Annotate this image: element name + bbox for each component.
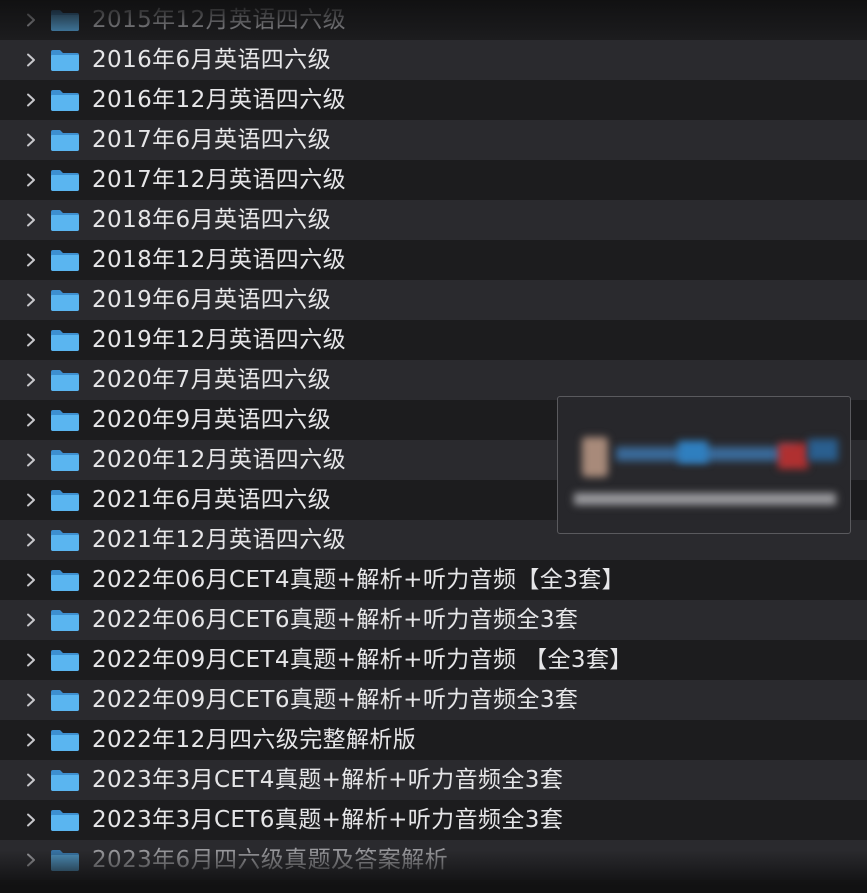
folder-icon <box>50 688 80 712</box>
folder-row[interactable]: 2018年12月英语四六级 <box>0 240 867 280</box>
chevron-right-icon[interactable] <box>26 533 36 547</box>
folder-icon <box>50 808 80 832</box>
folder-icon <box>50 488 80 512</box>
folder-name: 2021年6月英语四六级 <box>92 487 331 513</box>
chevron-right-icon[interactable] <box>26 413 36 427</box>
folder-icon <box>50 728 80 752</box>
blurred-watermark <box>557 396 851 534</box>
folder-row[interactable]: 2023年3月CET6真题+解析+听力音频全3套 <box>0 800 867 840</box>
folder-icon <box>50 648 80 672</box>
chevron-right-icon[interactable] <box>26 653 36 667</box>
folder-name: 2023年3月CET6真题+解析+听力音频全3套 <box>92 807 564 833</box>
folder-row[interactable]: 2023年3月CET4真题+解析+听力音频全3套 <box>0 760 867 800</box>
folder-name: 2020年7月英语四六级 <box>92 367 331 393</box>
chevron-right-icon[interactable] <box>26 613 36 627</box>
folder-row[interactable]: 2022年12月四六级完整解析版 <box>0 720 867 760</box>
folder-row[interactable]: 2019年12月英语四六级 <box>0 320 867 360</box>
folder-icon <box>50 8 80 32</box>
chevron-right-icon[interactable] <box>26 453 36 467</box>
folder-row[interactable]: 2022年06月CET6真题+解析+听力音频全3套 <box>0 600 867 640</box>
chevron-right-icon[interactable] <box>26 773 36 787</box>
folder-row[interactable]: 2018年6月英语四六级 <box>0 200 867 240</box>
folder-row[interactable]: 2022年09月CET4真题+解析+听力音频 【全3套】 <box>0 640 867 680</box>
folder-name: 2022年06月CET4真题+解析+听力音频【全3套】 <box>92 567 626 593</box>
folder-name: 2018年12月英语四六级 <box>92 247 346 273</box>
chevron-right-icon[interactable] <box>26 133 36 147</box>
chevron-right-icon[interactable] <box>26 813 36 827</box>
folder-row[interactable]: 2019年6月英语四六级 <box>0 280 867 320</box>
folder-name: 2020年12月英语四六级 <box>92 447 346 473</box>
chevron-right-icon[interactable] <box>26 13 36 27</box>
folder-icon <box>50 128 80 152</box>
chevron-right-icon[interactable] <box>26 373 36 387</box>
folder-name: 2020年9月英语四六级 <box>92 407 331 433</box>
chevron-right-icon[interactable] <box>26 693 36 707</box>
folder-icon <box>50 288 80 312</box>
file-list: 2015年12月英语四六级 2016年6月英语四六级 2016年12月英语四六级… <box>0 0 867 893</box>
chevron-right-icon[interactable] <box>26 573 36 587</box>
folder-row[interactable]: 2023年6月四六级真题及答案解析 <box>0 840 867 880</box>
folder-name: 2019年6月英语四六级 <box>92 287 331 313</box>
folder-name: 2022年09月CET4真题+解析+听力音频 【全3套】 <box>92 647 633 673</box>
folder-row[interactable]: 2015年12月英语四六级 <box>0 0 867 40</box>
folder-row[interactable]: 2022年06月CET4真题+解析+听力音频【全3套】 <box>0 560 867 600</box>
folder-name: 2018年6月英语四六级 <box>92 207 331 233</box>
chevron-right-icon[interactable] <box>26 253 36 267</box>
chevron-right-icon[interactable] <box>26 53 36 67</box>
folder-icon <box>50 768 80 792</box>
folder-icon <box>50 208 80 232</box>
folder-icon <box>50 608 80 632</box>
folder-icon <box>50 448 80 472</box>
folder-icon <box>50 568 80 592</box>
folder-icon <box>50 248 80 272</box>
chevron-right-icon[interactable] <box>26 853 36 867</box>
folder-icon <box>50 408 80 432</box>
folder-icon <box>50 48 80 72</box>
folder-icon <box>50 528 80 552</box>
folder-name: 2015年12月英语四六级 <box>92 7 346 33</box>
chevron-right-icon[interactable] <box>26 213 36 227</box>
folder-name: 2022年06月CET6真题+解析+听力音频全3套 <box>92 607 579 633</box>
folder-name: 2022年12月四六级完整解析版 <box>92 727 417 753</box>
folder-row[interactable]: 2016年6月英语四六级 <box>0 40 867 80</box>
folder-name: 2021年12月英语四六级 <box>92 527 346 553</box>
chevron-right-icon[interactable] <box>26 733 36 747</box>
folder-icon <box>50 848 80 872</box>
folder-name: 2022年09月CET6真题+解析+听力音频全3套 <box>92 687 579 713</box>
folder-icon <box>50 328 80 352</box>
folder-row[interactable]: 2022年09月CET6真题+解析+听力音频全3套 <box>0 680 867 720</box>
folder-name: 2023年3月CET4真题+解析+听力音频全3套 <box>92 767 564 793</box>
folder-name: 2023年6月四六级真题及答案解析 <box>92 847 448 873</box>
chevron-right-icon[interactable] <box>26 333 36 347</box>
chevron-right-icon[interactable] <box>26 93 36 107</box>
folder-row[interactable]: 2017年6月英语四六级 <box>0 120 867 160</box>
folder-row[interactable]: 2016年12月英语四六级 <box>0 80 867 120</box>
chevron-right-icon[interactable] <box>26 173 36 187</box>
chevron-right-icon[interactable] <box>26 493 36 507</box>
folder-row[interactable]: 2017年12月英语四六级 <box>0 160 867 200</box>
folder-icon <box>50 168 80 192</box>
chevron-right-icon[interactable] <box>26 293 36 307</box>
folder-icon <box>50 368 80 392</box>
folder-row[interactable]: 2020年7月英语四六级 <box>0 360 867 400</box>
folder-name: 2019年12月英语四六级 <box>92 327 346 353</box>
folder-icon <box>50 88 80 112</box>
folder-name: 2017年12月英语四六级 <box>92 167 346 193</box>
folder-name: 2017年6月英语四六级 <box>92 127 331 153</box>
folder-name: 2016年6月英语四六级 <box>92 47 331 73</box>
folder-name: 2016年12月英语四六级 <box>92 87 346 113</box>
